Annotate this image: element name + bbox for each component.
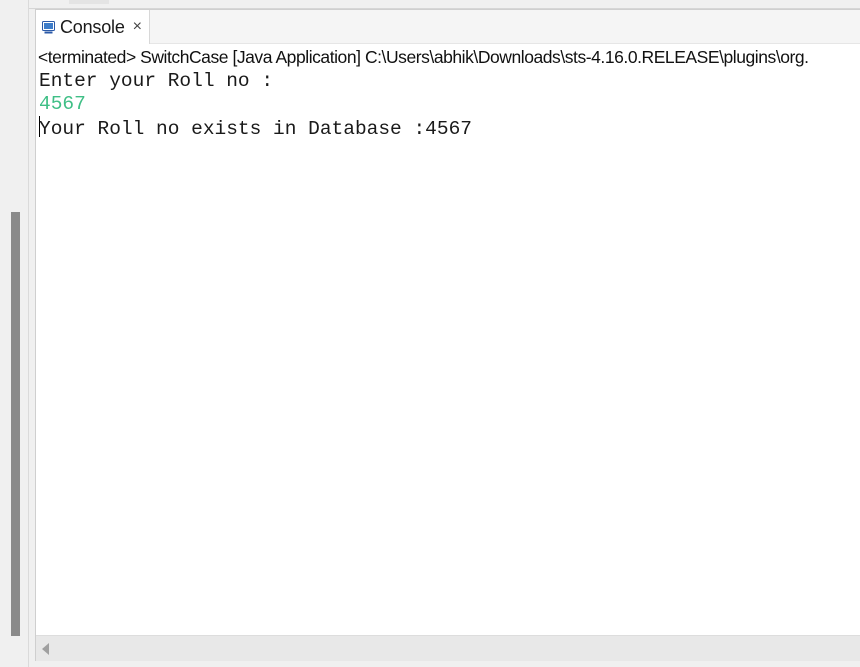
vertical-scrollbar-thumb[interactable] xyxy=(11,212,20,636)
view-tab-bar: Console × xyxy=(36,10,860,44)
bottom-panel-edge xyxy=(29,661,860,667)
close-icon[interactable]: × xyxy=(133,19,142,35)
top-panel-edge xyxy=(29,0,860,9)
output-line-prompt: Enter your Roll no : xyxy=(39,70,274,92)
process-status-line: <terminated> SwitchCase [Java Applicatio… xyxy=(38,47,809,67)
tab-console-label: Console xyxy=(60,16,125,37)
left-panel-strip xyxy=(0,0,29,667)
output-line-input-echo: 4567 xyxy=(39,93,86,115)
top-panel-edge-mark xyxy=(69,0,109,4)
console-view: Console × <terminated> SwitchCase [Java … xyxy=(35,9,860,662)
console-icon xyxy=(42,20,55,34)
horizontal-scrollbar[interactable] xyxy=(36,635,860,662)
tab-console[interactable]: Console × xyxy=(36,10,150,44)
output-line-result: Your Roll no exists in Database :4567 xyxy=(39,116,859,140)
console-output[interactable]: Enter your Roll no : 4567 Your Roll no e… xyxy=(39,70,859,632)
output-line-result-text: Your Roll no exists in Database :4567 xyxy=(39,118,472,140)
eclipse-window: Console × <terminated> SwitchCase [Java … xyxy=(0,0,860,667)
scroll-left-arrow-icon[interactable] xyxy=(42,643,49,655)
